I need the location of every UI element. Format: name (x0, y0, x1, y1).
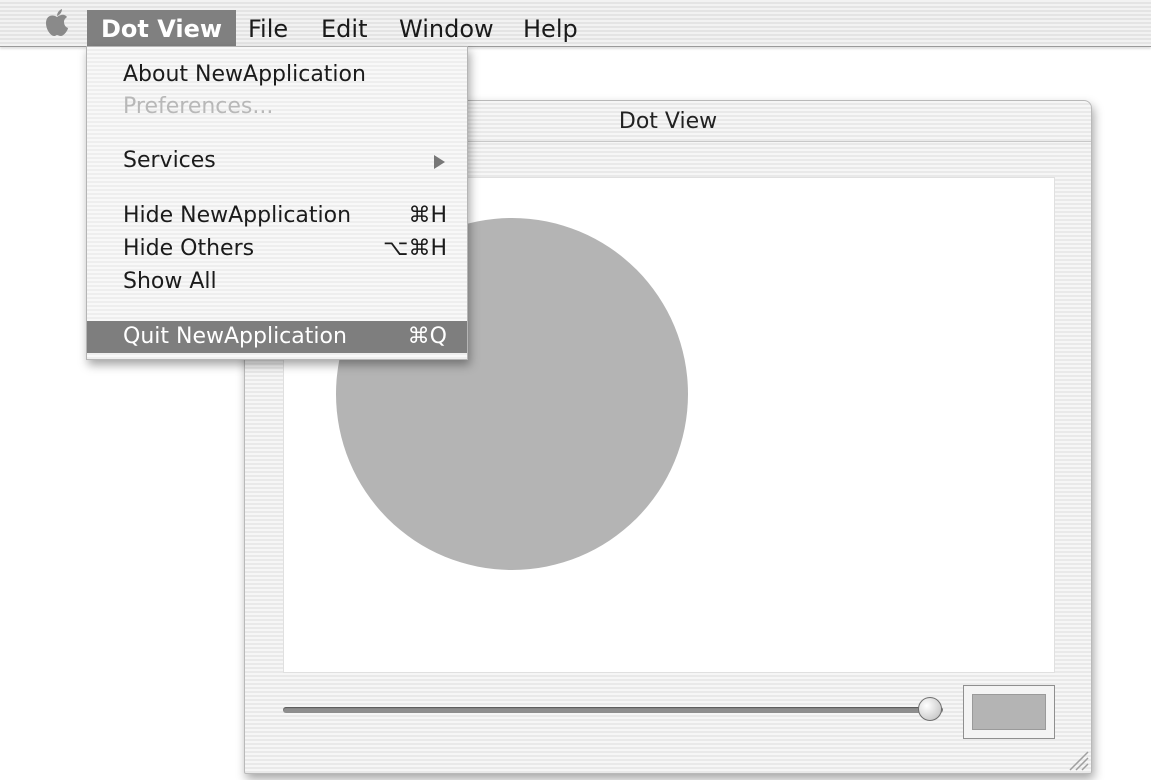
menu-item-label: About NewApplication (123, 62, 366, 87)
size-slider-knob[interactable] (917, 697, 942, 721)
dot-view-menu: About NewApplication Preferences... Serv… (86, 46, 468, 360)
menu-item-hide-app[interactable]: Hide NewApplication ⌘H (87, 200, 467, 232)
menu-item-preferences: Preferences... (87, 91, 467, 123)
color-well[interactable] (963, 685, 1055, 739)
apple-icon[interactable] (40, 8, 74, 38)
menu-item-services[interactable]: Services (87, 145, 467, 177)
color-swatch (972, 694, 1046, 730)
menu-item-about[interactable]: About NewApplication (87, 59, 467, 91)
menu-item-shortcut: ⌥⌘H (383, 236, 447, 261)
menu-dot-view[interactable]: Dot View (87, 10, 237, 46)
menu-item-shortcut: ⌘Q (407, 324, 447, 349)
menu-item-hide-others[interactable]: Hide Others ⌥⌘H (87, 233, 467, 265)
menu-file[interactable]: File (234, 10, 302, 46)
chevron-right-icon (434, 155, 445, 169)
menu-bar: Dot View File Edit Window Help (0, 0, 1151, 47)
menu-item-quit[interactable]: Quit NewApplication ⌘Q (87, 321, 467, 353)
menu-item-label: Services (123, 148, 216, 173)
menu-item-label: Hide Others (123, 236, 255, 261)
size-slider-track[interactable] (283, 707, 943, 713)
menu-item-shortcut: ⌘H (408, 203, 447, 228)
menu-item-label: Preferences... (123, 94, 274, 119)
menu-help[interactable]: Help (509, 10, 592, 46)
resize-grip-icon[interactable] (1061, 743, 1089, 771)
menu-edit[interactable]: Edit (307, 10, 381, 46)
menu-item-show-all[interactable]: Show All (87, 266, 467, 298)
menu-item-label: Quit NewApplication (123, 324, 347, 349)
menu-item-label: Show All (123, 269, 217, 294)
menu-item-label: Hide NewApplication (123, 203, 352, 228)
menu-window[interactable]: Window (385, 10, 508, 46)
